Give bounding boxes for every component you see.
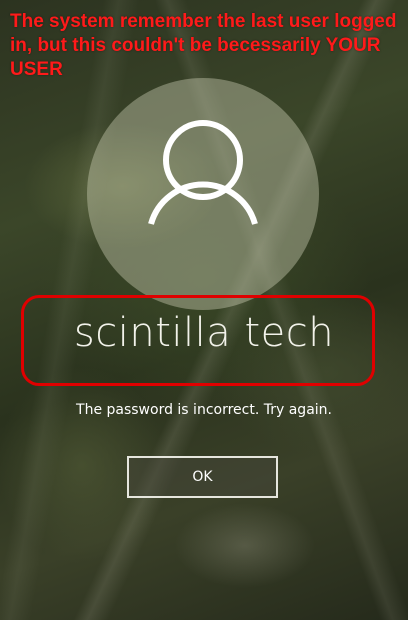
username-label: scintilla tech xyxy=(73,310,335,356)
avatar xyxy=(87,78,319,310)
ok-button-label: OK xyxy=(192,469,213,485)
annotation-text: The system remember the last user logged… xyxy=(10,11,397,80)
ok-button[interactable]: OK xyxy=(127,456,278,498)
error-message: The password is incorrect. Try again. xyxy=(76,402,332,418)
user-silhouette-icon xyxy=(148,120,258,225)
